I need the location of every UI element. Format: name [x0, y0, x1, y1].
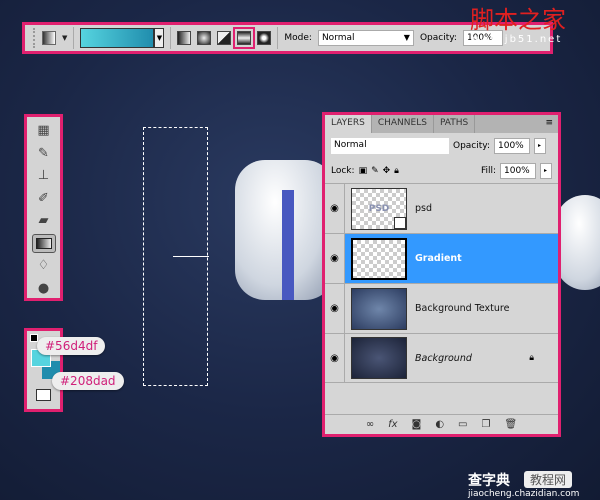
opacity-label: Opacity:: [419, 33, 457, 43]
reflected-gradient-icon[interactable]: [233, 27, 256, 49]
link-icon[interactable]: ∞: [366, 419, 374, 430]
layer-thumbnail: [351, 287, 407, 330]
lock-position-icon[interactable]: ✥: [383, 166, 391, 176]
mode-select[interactable]: Normal ▼: [317, 30, 414, 46]
visibility-eye-icon[interactable]: ◉: [325, 183, 345, 234]
stamp-icon[interactable]: ⊥: [32, 166, 56, 186]
divider: [170, 27, 172, 49]
opacity-slider-button[interactable]: ▸: [534, 137, 546, 154]
blend-mode-value: Normal: [334, 139, 367, 150]
crosshair-cursor: [173, 256, 209, 257]
layer-row-background[interactable]: ◉ Background 🔒︎: [325, 333, 558, 383]
layer-row-psd[interactable]: ◉ PSD psd: [325, 183, 558, 234]
lock-icon: 🔒︎: [529, 353, 534, 363]
layer-row-background-texture[interactable]: ◉ Background Texture: [325, 283, 558, 334]
history-brush-icon[interactable]: ✐: [32, 189, 56, 209]
layer-thumbnail: [351, 237, 407, 280]
fill-label: Fill:: [480, 165, 496, 176]
radial-gradient-icon[interactable]: [197, 31, 212, 45]
linear-gradient-icon[interactable]: [177, 31, 192, 45]
toolbox: ▦ ✎ ⊥ ✐ ▰ ♢ ●: [24, 114, 63, 301]
layers-bottom-bar: ∞ fx ◙ ◐ ▭ ❐ 🗑︎: [325, 414, 558, 434]
quick-mask-icon[interactable]: [36, 389, 51, 401]
canvas-letter-stripe: [282, 190, 294, 300]
layer-name: Background: [415, 352, 472, 364]
smart-object-icon: [394, 216, 406, 229]
chevron-down-icon[interactable]: ▼: [62, 34, 67, 42]
lock-transparency-icon[interactable]: ▣: [359, 166, 368, 176]
tool-preset-icon[interactable]: [42, 31, 56, 45]
canvas-3d-letter-d: [555, 195, 600, 290]
tab-paths[interactable]: PATHS: [434, 115, 476, 133]
opacity-label: Opacity:: [453, 140, 490, 151]
watermark-bottom-badge: 教程网: [524, 471, 573, 488]
layer-name: Gradient: [415, 253, 462, 264]
fill-slider-button[interactable]: ▸: [540, 162, 552, 179]
lock-all-icon[interactable]: 🔒︎: [394, 166, 399, 176]
layers-panel: LAYERS CHANNELS PATHS ≡ Normal Opacity: …: [322, 112, 561, 437]
lock-pixels-icon[interactable]: ✎: [371, 166, 379, 176]
foreground-color-label: #56d4df: [37, 337, 106, 355]
folder-icon[interactable]: ▭: [458, 419, 467, 430]
layer-name: Background Texture: [415, 303, 510, 314]
gradient-dropdown[interactable]: ▼: [154, 28, 165, 48]
mode-label: Mode:: [284, 33, 312, 43]
gradient-picker[interactable]: [80, 28, 155, 48]
divider: [277, 27, 279, 49]
watermark-bottom-url: jiaocheng.chazidian.com: [468, 489, 580, 499]
tab-layers[interactable]: LAYERS: [325, 115, 372, 133]
tab-channels[interactable]: CHANNELS: [372, 115, 434, 133]
marquee-icon[interactable]: ▦: [32, 121, 56, 141]
layer-opacity-input[interactable]: 100%: [494, 137, 530, 154]
layer-thumbnail: [351, 337, 407, 379]
visibility-eye-icon[interactable]: ◉: [325, 233, 345, 284]
grip-handle[interactable]: [33, 28, 36, 48]
visibility-eye-icon[interactable]: ◉: [325, 283, 345, 334]
panel-menu-icon[interactable]: ≡: [540, 115, 558, 133]
adjustment-icon[interactable]: ◐: [435, 419, 444, 430]
brush-icon[interactable]: ✎: [32, 144, 56, 164]
lock-label: Lock:: [331, 165, 355, 176]
angle-gradient-icon[interactable]: [217, 31, 232, 45]
blur-icon[interactable]: ♢: [32, 256, 56, 276]
default-colors-icon[interactable]: [30, 334, 38, 342]
dodge-icon[interactable]: ●: [32, 279, 56, 299]
fill-input[interactable]: 100%: [500, 162, 536, 179]
watermark-bottom-cn: 查字典: [468, 473, 510, 489]
new-layer-icon[interactable]: ❐: [482, 419, 491, 430]
mode-value: Normal: [321, 33, 355, 43]
fx-icon[interactable]: fx: [388, 419, 397, 430]
background-color-label: #208dad: [52, 372, 124, 390]
mask-icon[interactable]: ◙: [412, 419, 422, 430]
gradient-icon[interactable]: [31, 233, 56, 254]
chevron-down-icon: ▼: [403, 33, 410, 42]
layer-row-gradient[interactable]: ◉ Gradient: [325, 233, 558, 284]
layer-name: psd: [415, 203, 433, 214]
blend-mode-select[interactable]: Normal: [331, 137, 449, 154]
divider: [73, 27, 75, 49]
visibility-eye-icon[interactable]: ◉: [325, 333, 345, 383]
watermark-top-cn: 脚本之家: [470, 6, 566, 34]
layer-thumbnail: PSD: [351, 187, 407, 230]
eraser-icon[interactable]: ▰: [32, 211, 56, 231]
diamond-gradient-icon[interactable]: [257, 31, 272, 45]
watermark-top-url: www.jb51.net: [470, 34, 563, 45]
trash-icon[interactable]: 🗑︎: [504, 419, 517, 430]
